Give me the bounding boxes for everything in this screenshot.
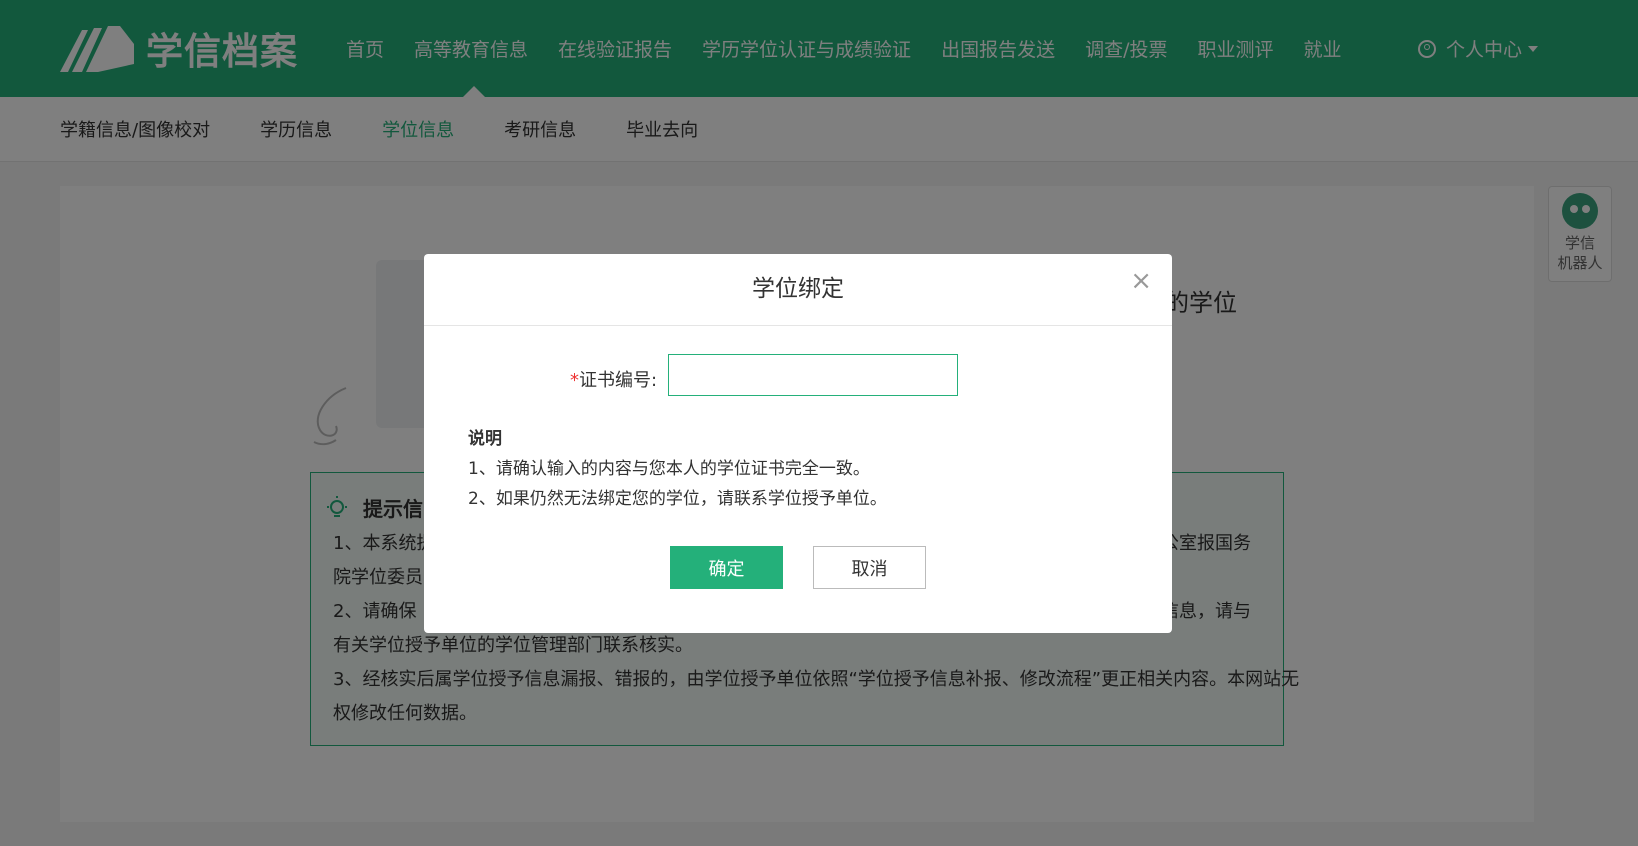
- required-mark: *: [570, 370, 579, 391]
- confirm-button[interactable]: 确定: [670, 546, 783, 589]
- certificate-number-label: *证书编号:: [570, 366, 657, 392]
- note-1: 1、请确认输入的内容与您本人的学位证书完全一致。: [468, 459, 870, 479]
- certificate-number-input[interactable]: [668, 354, 958, 396]
- degree-binding-dialog: 学位绑定 × *证书编号: 说明 1、请确认输入的内容与您本人的学位证书完全一致…: [424, 254, 1172, 633]
- cancel-button[interactable]: 取消: [813, 546, 926, 589]
- note-2: 2、如果仍然无法绑定您的学位，请联系学位授予单位。: [468, 489, 887, 509]
- certificate-number-label-text: 证书编号:: [579, 370, 658, 391]
- close-icon[interactable]: ×: [1130, 266, 1152, 296]
- dialog-title: 学位绑定: [424, 254, 1172, 326]
- notes-title: 说明: [468, 429, 502, 449]
